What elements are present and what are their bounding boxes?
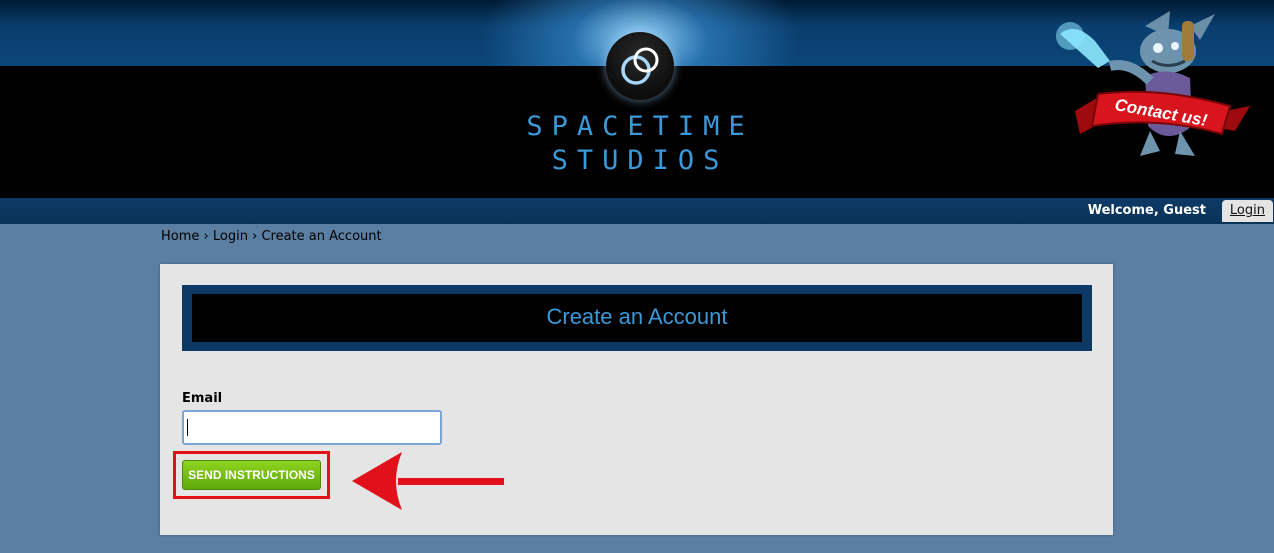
top-navbar: Welcome, Guest Login xyxy=(0,198,1274,224)
email-label: Email xyxy=(182,391,223,406)
breadcrumb-current: Create an Account xyxy=(261,229,382,244)
brand-logo-text[interactable]: SPACETIME STUDIOS xyxy=(490,110,790,178)
annotation-arrow-icon xyxy=(352,452,504,510)
create-account-panel: Create an Account Email SEND INSTRUCTION… xyxy=(160,264,1113,535)
contact-us-banner[interactable]: Contact us! xyxy=(1050,6,1255,166)
breadcrumb-login[interactable]: Login xyxy=(213,229,248,244)
goblin-mascot-icon xyxy=(1056,11,1215,156)
logo-icon[interactable] xyxy=(606,32,674,100)
page-title: Create an Account xyxy=(192,294,1082,342)
breadcrumb-home[interactable]: Home xyxy=(161,229,199,244)
breadcrumb-separator: › xyxy=(203,229,209,244)
send-instructions-button[interactable]: SEND INSTRUCTIONS xyxy=(182,460,321,490)
welcome-text: Welcome, Guest xyxy=(1087,203,1206,218)
breadcrumb-separator: › xyxy=(252,229,258,244)
breadcrumb: Home › Login › Create an Account xyxy=(161,229,382,244)
title-frame: Create an Account xyxy=(182,285,1092,351)
login-button[interactable]: Login xyxy=(1221,200,1273,222)
brand-line-2: STUDIOS xyxy=(551,145,729,176)
text-caret xyxy=(187,419,188,436)
brand-line-1: SPACETIME xyxy=(526,111,754,142)
email-field[interactable] xyxy=(182,410,442,445)
